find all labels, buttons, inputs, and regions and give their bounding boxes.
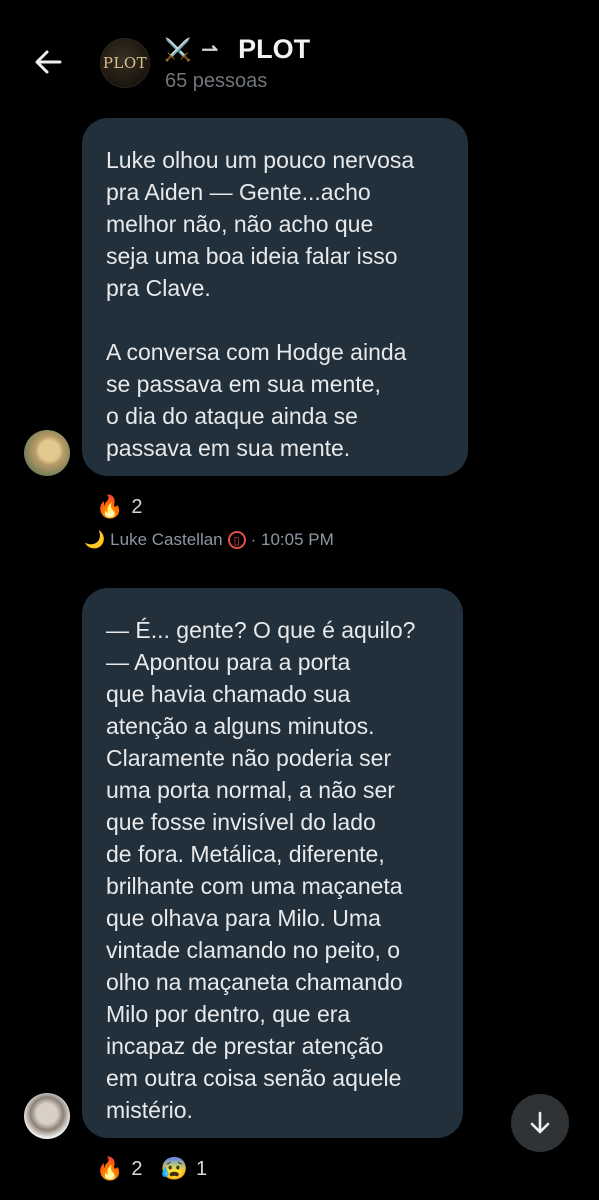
reaction-anxious[interactable]: 😰 1: [161, 1156, 208, 1182]
message-reactions: 🔥 2: [96, 494, 143, 520]
group-avatar[interactable]: PLOT: [100, 38, 150, 88]
message-reactions: 🔥 2 😰 1: [96, 1156, 207, 1182]
chat-header: PLOT ⚔️ ⇀ PLOT 65 pessoas: [0, 0, 599, 110]
harpoon-arrow-icon: ⇀: [201, 39, 219, 61]
sender-name[interactable]: Luke Castellan: [110, 530, 222, 550]
member-count: 65 pessoas: [165, 70, 268, 92]
message-bubble[interactable]: — É... gente? O que é aquilo? — Apontou …: [82, 588, 463, 1138]
fire-icon: 🔥: [96, 1156, 124, 1181]
message-time: · 10:05 PM: [250, 530, 334, 549]
group-name: PLOT: [238, 34, 311, 64]
reaction-count: 2: [131, 1157, 143, 1180]
moon-icon: 🌙: [84, 530, 106, 549]
reaction-count: 2: [131, 495, 143, 518]
no-phone-icon: ▯: [227, 531, 246, 549]
fire-icon: 🔥: [96, 494, 124, 519]
arrow-left-icon: [35, 50, 62, 74]
reaction-fire[interactable]: 🔥 2: [96, 494, 143, 520]
back-button[interactable]: [30, 44, 66, 80]
scroll-to-bottom-button[interactable]: [511, 1094, 569, 1152]
arrow-down-icon: [530, 1111, 550, 1134]
crossed-swords-icon: ⚔️: [164, 36, 192, 62]
sender-avatar[interactable]: [24, 430, 70, 476]
group-title[interactable]: ⚔️ ⇀ PLOT: [164, 34, 310, 65]
sender-avatar[interactable]: [24, 1093, 70, 1139]
anxious-face-icon: 😰: [160, 1156, 188, 1181]
reaction-fire[interactable]: 🔥 2: [96, 1156, 143, 1182]
message-bubble[interactable]: Luke olhou um pouco nervosa pra Aiden — …: [82, 118, 468, 476]
message-meta: 🌙 Luke Castellan ▯ · 10:05 PM: [84, 530, 334, 550]
group-avatar-logo: PLOT: [102, 54, 148, 72]
reaction-count: 1: [195, 1157, 208, 1180]
